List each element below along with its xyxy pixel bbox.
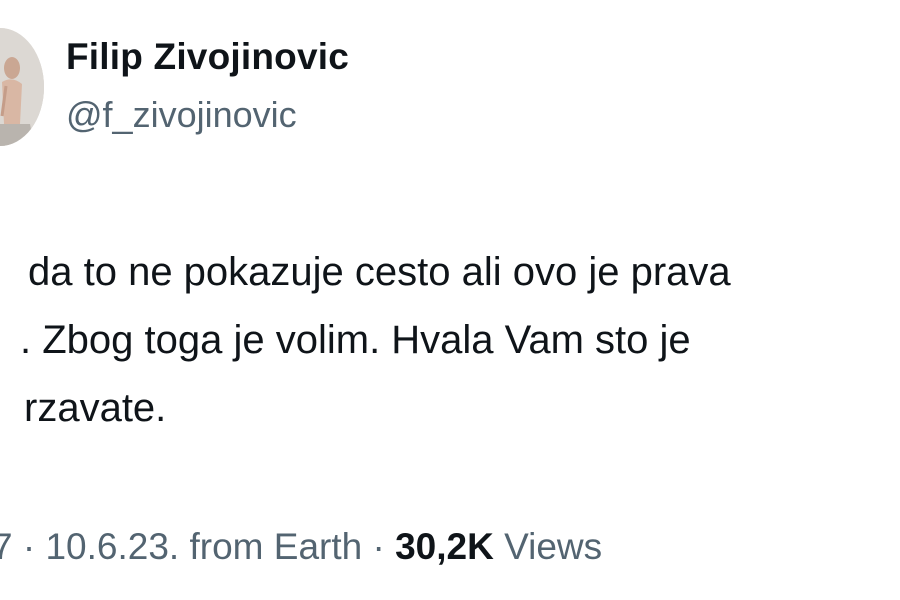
tweet-text: da to ne pokazuje cesto ali ovo je prava… [0, 238, 900, 442]
timestamp-fragment[interactable]: 7 [0, 526, 13, 568]
tweet-text-line: . Zbog toga je volim. Hvala Vam sto je [20, 318, 691, 362]
tweet-card: Filip Zivojinovic @f_zivojinovic da to n… [0, 0, 900, 600]
tweet-source: from Earth [179, 526, 363, 567]
meta-separator: · [12, 526, 46, 567]
tweet-date[interactable]: 10.6.23. [45, 526, 179, 567]
avatar-photo [0, 28, 44, 146]
author-name[interactable]: Filip Zivojinovic [66, 36, 349, 78]
meta-separator: · [362, 526, 396, 567]
author-handle[interactable]: @f_zivojinovic [66, 94, 297, 136]
tweet-text-line: da to ne pokazuje cesto ali ovo je prava [28, 250, 731, 294]
tweet-text-line: rzavate. [24, 386, 167, 430]
views-count[interactable]: 30,2K [395, 526, 494, 567]
avatar[interactable] [0, 28, 44, 146]
views-label: Views [493, 526, 603, 567]
tweet-meta: 7 · 10.6.23. from Earth · 30,2K Views [0, 526, 602, 568]
